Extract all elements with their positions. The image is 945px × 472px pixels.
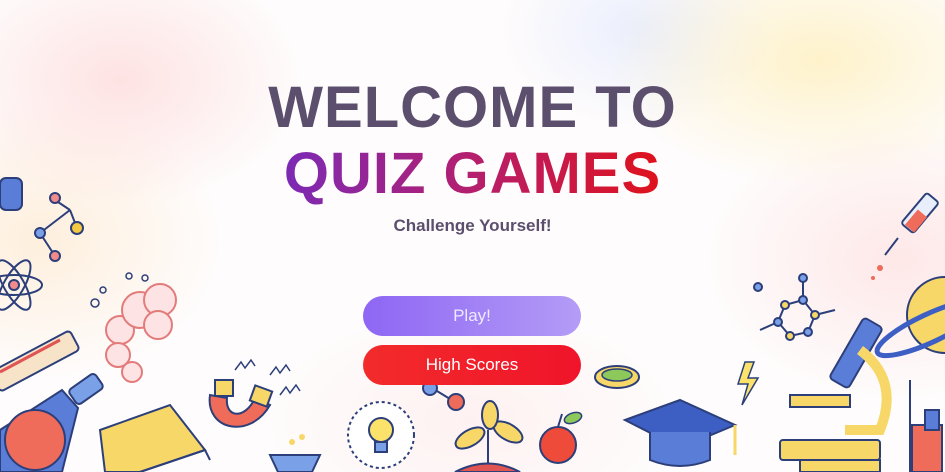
lightbulb-icon [347, 401, 415, 469]
test-tube-icon [909, 380, 943, 472]
science-doodle-illustrations: O 2 [0, 177, 945, 472]
quiz-games-title-text: QUIZ GAMES [283, 141, 662, 206]
play-button[interactable]: Play! [363, 296, 581, 336]
subtitle: Challenge Yourself! [393, 216, 552, 235]
plant-icon [454, 400, 524, 472]
high-scores-button[interactable]: High Scores [363, 345, 581, 385]
planet-icon [874, 276, 945, 359]
atom-icon [0, 259, 43, 311]
book-icon [98, 403, 211, 472]
welcome-title: WELCOME TO [268, 75, 677, 140]
syringe-icon [871, 192, 939, 280]
apple-icon [539, 411, 583, 464]
thermometer-icon [0, 330, 80, 392]
magnet-icon [208, 379, 274, 428]
smoke-cloud-icon [105, 283, 177, 383]
quiz-games-title: QUIZ GAMES [0, 144, 945, 204]
lightning-icon [736, 361, 760, 406]
hexagon-molecule-icon [753, 273, 836, 341]
graduation-cap-icon [622, 398, 738, 467]
petri-dish-icon [594, 365, 640, 389]
mortar-icon [268, 434, 322, 472]
flask-icon [0, 373, 104, 472]
microscope-icon [779, 317, 892, 472]
